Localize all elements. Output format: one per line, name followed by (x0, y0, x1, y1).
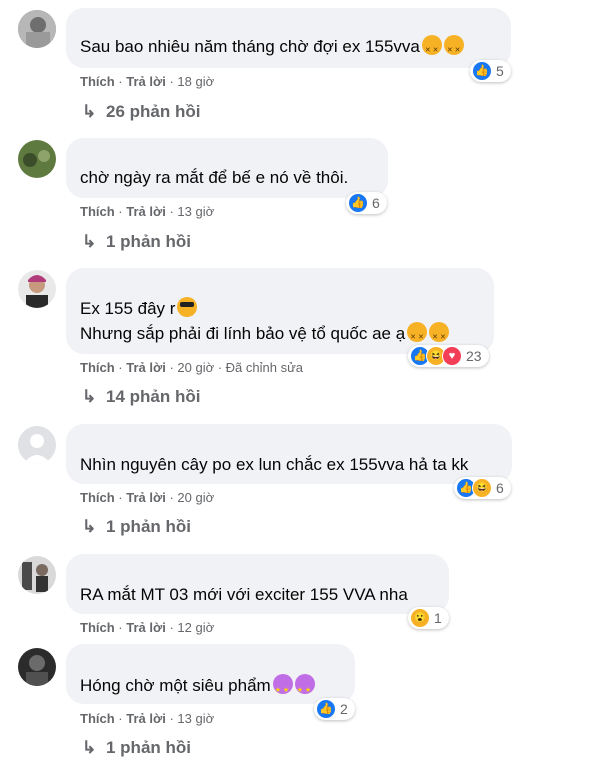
reactions-summary[interactable]: 😮 1 (408, 607, 449, 629)
comment-actions: Thích · Trả lời · 13 giờ (80, 711, 215, 726)
comment-bubble: Ex 155 đây r Nhưng sắp phải đi lính bảo … (66, 268, 494, 354)
like-action[interactable]: Thích (80, 490, 115, 505)
star-struck-emoji (272, 674, 293, 703)
avatar[interactable] (18, 556, 56, 594)
comment-actions: Thích · Trả lời · 13 giờ (80, 204, 215, 219)
avatar[interactable] (18, 270, 56, 308)
like-reaction-icon: 👍 (316, 699, 336, 719)
reactions-summary[interactable]: 👍 6 (346, 192, 387, 214)
comment-time[interactable]: 20 giờ (177, 360, 214, 375)
comment-actions: Thích · Trả lời · 20 giờ · Đã chỉnh sửa (80, 360, 304, 375)
comment-text: Sau bao nhiêu năm tháng chờ đợi ex 155vv… (80, 34, 464, 63)
sunglasses-emoji (177, 297, 198, 317)
laughing-emoji (443, 35, 464, 63)
like-reaction-icon: 👍 (472, 61, 492, 81)
reactions-summary[interactable]: 👍 5 (470, 60, 511, 82)
comment-bubble: Nhìn nguyên cây po ex lun chắc ex 155vva… (66, 424, 512, 484)
comment-time[interactable]: 12 giờ (177, 620, 214, 635)
comment-text: Hóng chờ một siêu phẩm (80, 673, 315, 703)
comment-text: chờ ngày ra mắt để bế e nó về thôi. (80, 168, 349, 187)
like-action[interactable]: Thích (80, 620, 115, 635)
like-action[interactable]: Thích (80, 360, 115, 375)
view-replies-link[interactable]: ↳ 1 phản hồi (82, 517, 191, 537)
reply-arrow-icon: ↳ (82, 738, 97, 757)
avatar[interactable] (18, 426, 56, 464)
comment-time[interactable]: 20 giờ (177, 490, 214, 505)
reply-arrow-icon: ↳ (82, 102, 97, 121)
wow-reaction-icon: 😮 (410, 608, 430, 628)
comment-actions: Thích · Trả lời · 12 giờ (80, 620, 215, 635)
comment-text: Nhìn nguyên cây po ex lun chắc ex 155vva… (80, 455, 469, 474)
haha-reaction-icon: 😆 (472, 478, 492, 498)
avatar[interactable] (18, 140, 56, 178)
laughing-emoji (429, 322, 450, 350)
reply-arrow-icon: ↳ (82, 517, 97, 536)
reply-action[interactable]: Trả lời (126, 620, 166, 635)
comment-bubble: Sau bao nhiêu năm tháng chờ đợi ex 155vv… (66, 8, 511, 68)
love-reaction-icon: ♥ (442, 346, 462, 366)
laughing-emoji (421, 35, 442, 63)
avatar[interactable] (18, 10, 56, 48)
reply-arrow-icon: ↳ (82, 387, 97, 406)
star-struck-emoji (294, 674, 315, 703)
view-replies-link[interactable]: ↳ 1 phản hồi (82, 232, 191, 252)
comment-time[interactable]: 18 giờ (177, 74, 214, 89)
edited-label: Đã chỉnh sửa (225, 360, 304, 375)
like-reaction-icon: 👍 (348, 193, 368, 213)
reply-action[interactable]: Trả lời (126, 204, 166, 219)
view-replies-link[interactable]: ↳ 14 phản hồi (82, 387, 200, 407)
comment-time[interactable]: 13 giờ (177, 204, 214, 219)
reactions-summary[interactable]: 👍 2 (314, 698, 355, 720)
comment-bubble: RA mắt MT 03 mới với exciter 155 VVA nha (66, 554, 449, 614)
comment-actions: Thích · Trả lời · 18 giờ (80, 74, 215, 89)
reply-action[interactable]: Trả lời (126, 490, 166, 505)
like-action[interactable]: Thích (80, 204, 115, 219)
comment-actions: Thích · Trả lời · 20 giờ (80, 490, 215, 505)
like-action[interactable]: Thích (80, 711, 115, 726)
reply-action[interactable]: Trả lời (126, 711, 166, 726)
avatar[interactable] (18, 648, 56, 686)
comment-text: Nhưng sắp phải đi lính bảo vệ tổ quốc ae… (80, 321, 450, 350)
reply-arrow-icon: ↳ (82, 232, 97, 251)
comment-text: RA mắt MT 03 mới với exciter 155 VVA nha (80, 585, 408, 604)
like-action[interactable]: Thích (80, 74, 115, 89)
view-replies-link[interactable]: ↳ 1 phản hồi (82, 738, 191, 758)
laughing-emoji (407, 322, 428, 350)
comment-text: Ex 155 đây r (80, 296, 198, 321)
reply-action[interactable]: Trả lời (126, 74, 166, 89)
comment-time[interactable]: 13 giờ (177, 711, 214, 726)
reactions-summary[interactable]: 👍 😆 6 (454, 477, 511, 499)
comment-bubble: chờ ngày ra mắt để bế e nó về thôi. (66, 138, 388, 198)
reactions-summary[interactable]: 👍 😆 ♥ 23 (408, 345, 489, 367)
view-replies-link[interactable]: ↳ 26 phản hồi (82, 102, 200, 122)
comment-bubble: Hóng chờ một siêu phẩm (66, 644, 355, 704)
reply-action[interactable]: Trả lời (126, 360, 166, 375)
